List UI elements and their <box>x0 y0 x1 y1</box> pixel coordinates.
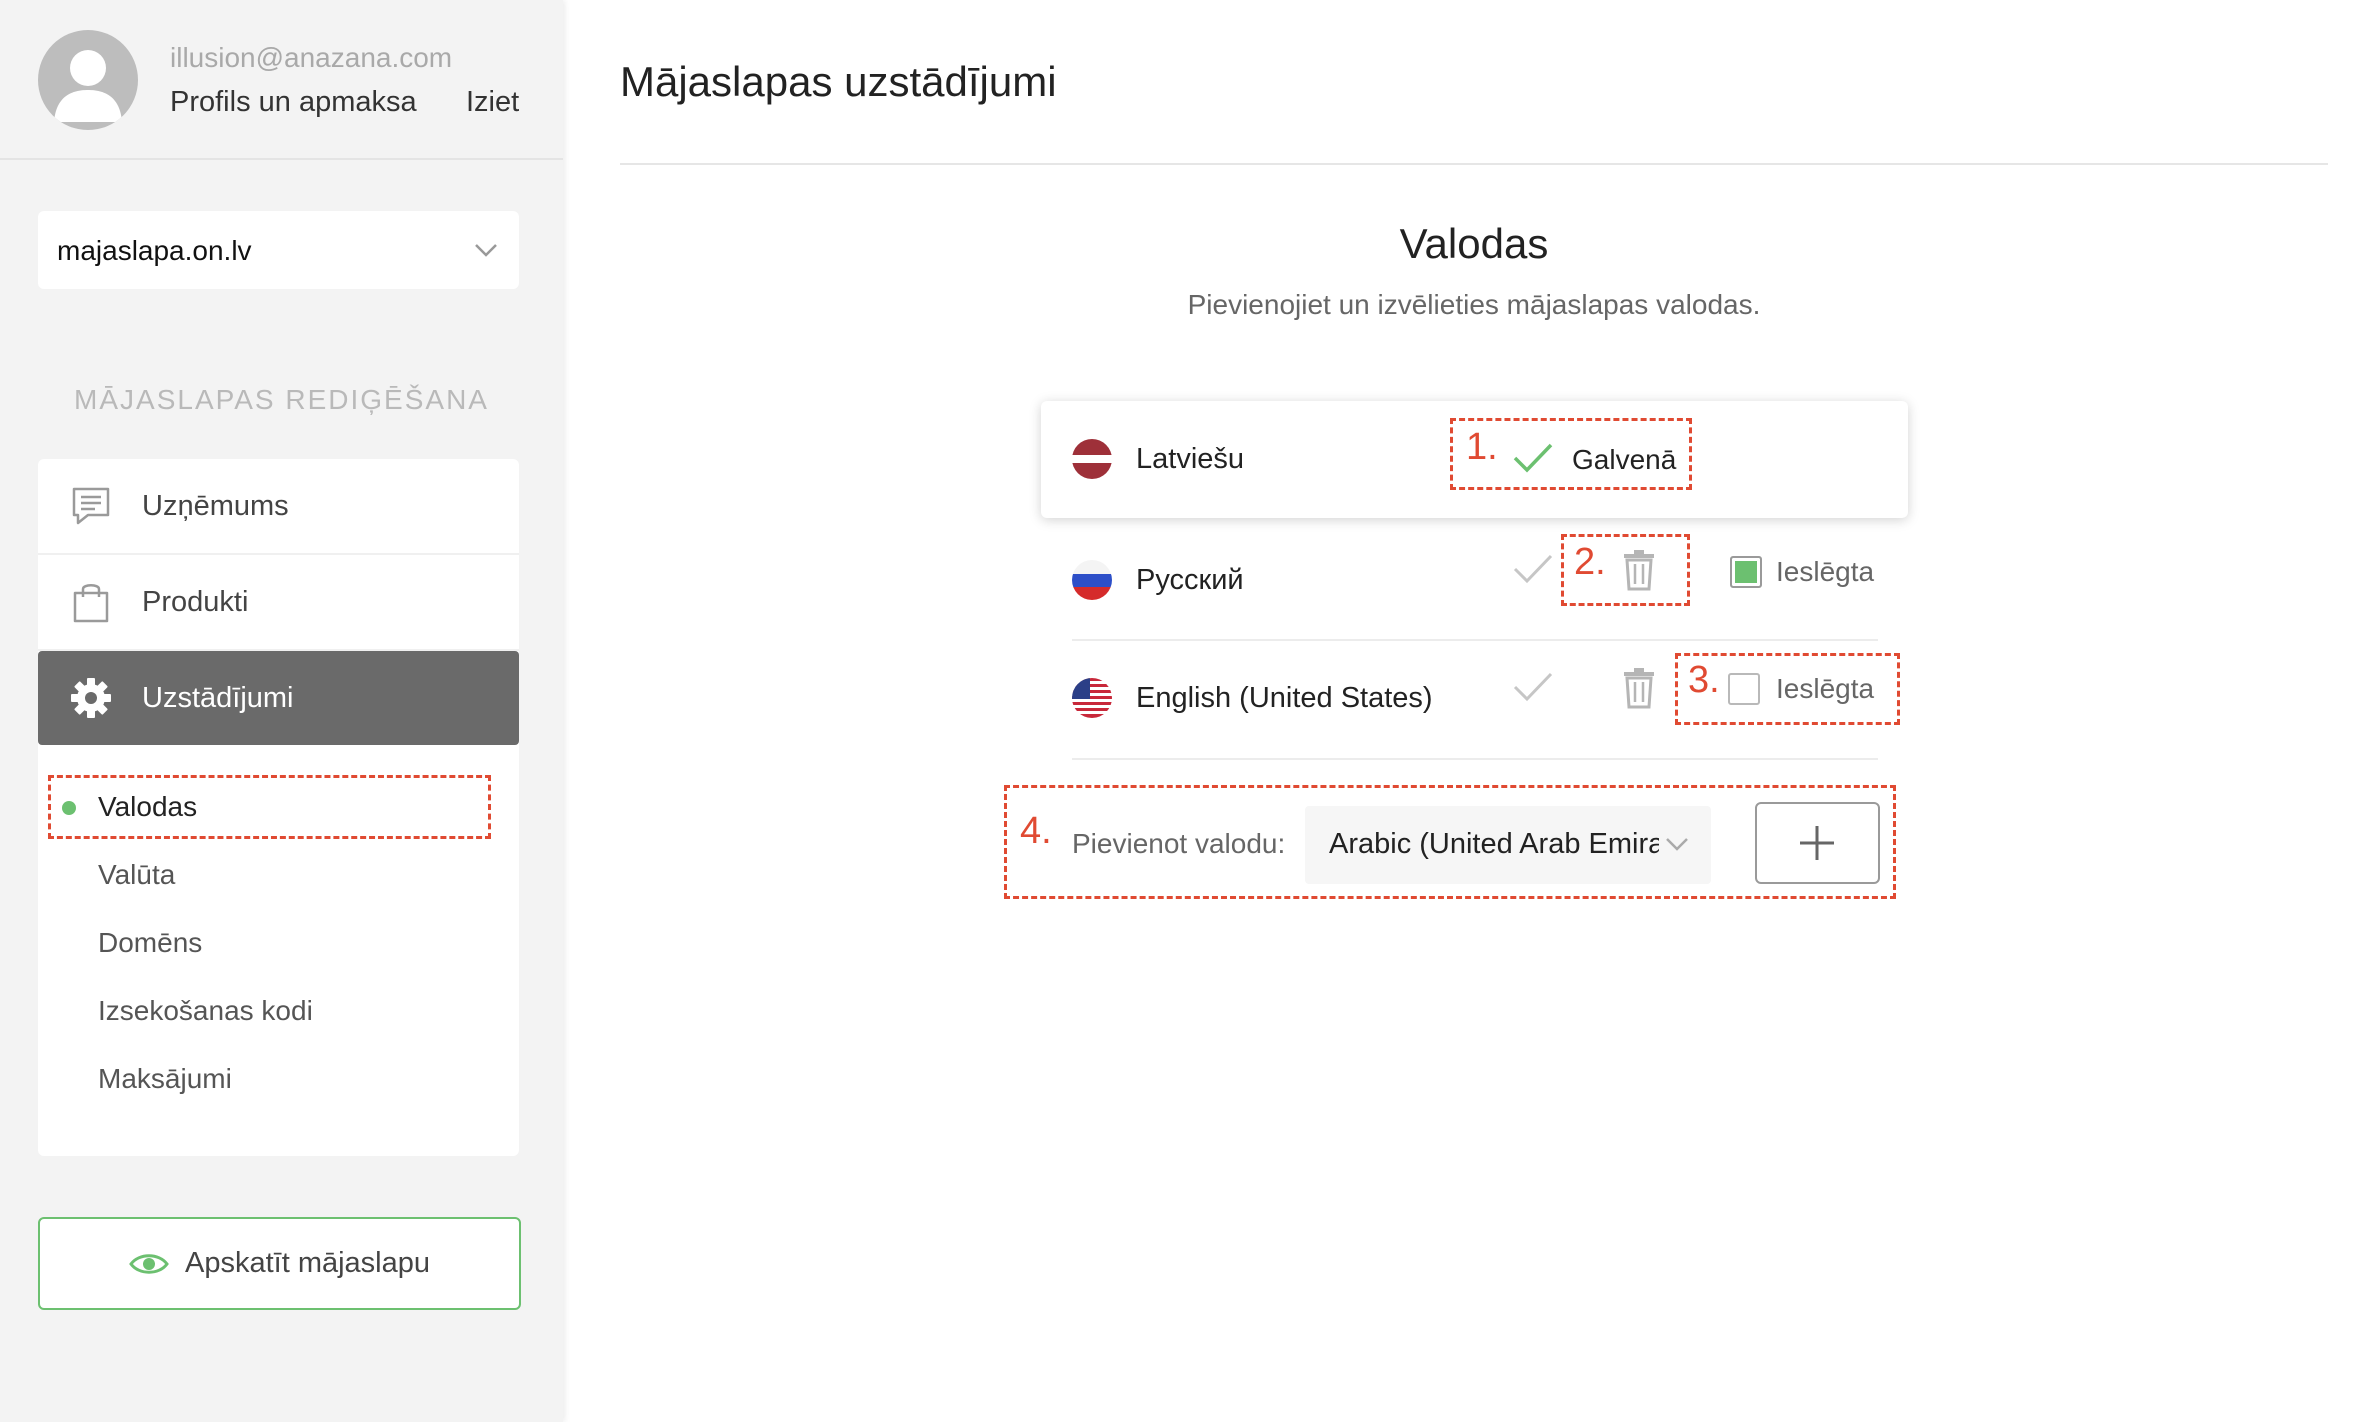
sidebar-item-produkti[interactable]: Produkti <box>38 555 519 651</box>
enabled-checkbox[interactable] <box>1730 556 1762 588</box>
sidebar-item-label: Uzstādījumi <box>142 681 294 714</box>
submenu-item-maksajumi[interactable]: Maksājumi <box>98 1063 232 1095</box>
view-site-label: Apskatīt mājaslapu <box>184 1247 430 1279</box>
divider <box>620 163 2328 165</box>
sidebar-item-uznemums[interactable]: Uzņēmums <box>38 459 519 555</box>
avatar[interactable] <box>38 30 138 130</box>
user-email: illusion@anazana.com <box>170 42 453 73</box>
shopping-bag-icon <box>73 584 109 623</box>
add-language-select[interactable]: Arabic (United Arab Emirates) <box>1305 806 1711 884</box>
section-subtitle: Pievienojiet un izvēlieties mājaslapas v… <box>1187 289 1761 320</box>
annotation-number: 3. <box>1688 659 1720 701</box>
row-divider <box>1072 758 1878 760</box>
language-name: English (United States) <box>1136 682 1433 714</box>
eye-icon <box>129 1253 169 1274</box>
annotation-number: 4. <box>1020 810 1052 852</box>
annotation-number: 2. <box>1574 541 1606 583</box>
annotation-box <box>48 775 491 839</box>
view-site-button[interactable]: Apskatīt mājaslapu <box>38 1217 521 1310</box>
annotation-number: 1. <box>1466 426 1498 468</box>
user-panel: illusion@anazana.com Profils un apmaksa … <box>0 0 563 160</box>
usa-flag-icon <box>1072 678 1112 718</box>
profile-link[interactable]: Profils un apmaksa <box>170 86 417 119</box>
set-main-check-icon[interactable] <box>1512 670 1554 704</box>
add-language-selected: Arabic (United Arab Emirates) <box>1329 828 1659 860</box>
sidebar-item-uzstadijumi[interactable]: Uzstādījumi <box>38 651 519 745</box>
submenu-item-izsekosanas-kodi[interactable]: Izsekošanas kodi <box>98 995 313 1027</box>
russia-flag-icon <box>1072 560 1112 600</box>
trash-icon[interactable] <box>1622 667 1656 709</box>
gear-icon <box>71 678 111 718</box>
submenu-item-domens[interactable]: Domēns <box>98 927 202 959</box>
message-icon <box>72 487 110 525</box>
sidebar-item-label: Uzņēmums <box>142 489 289 522</box>
sidebar-item-label: Produkti <box>142 585 249 618</box>
add-language-label: Pievienot valodu: <box>1072 828 1286 859</box>
set-main-check-icon[interactable] <box>1512 552 1554 586</box>
sidebar: illusion@anazana.com Profils un apmaksa … <box>0 0 563 1422</box>
logout-link[interactable]: Iziet <box>466 86 519 119</box>
page-title: Mājaslapas uzstādījumi <box>620 58 1057 105</box>
add-language-button[interactable] <box>1755 802 1880 884</box>
section-heading: Valodas <box>1399 220 1549 267</box>
enabled-label: Ieslēgta <box>1776 556 1875 587</box>
latvia-flag-icon <box>1072 439 1112 479</box>
language-name: Русский <box>1136 564 1244 596</box>
plus-icon <box>1800 826 1834 860</box>
section-title: MĀJASLAPAS REDIĢĒŠANA <box>74 384 489 415</box>
language-name: Latviešu <box>1136 443 1245 475</box>
chevron-down-icon <box>1666 838 1688 851</box>
language-row-russian: Русский Ieslēgta <box>1072 522 1878 639</box>
submenu-item-valuta[interactable]: Valūta <box>98 859 175 891</box>
